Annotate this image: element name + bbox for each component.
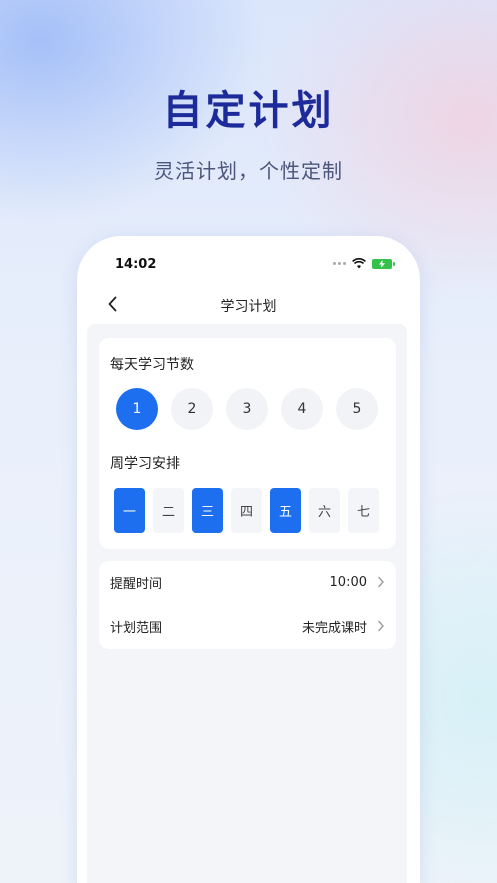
signal-dots-icon [333, 262, 346, 265]
lesson-option-2[interactable]: 2 [171, 388, 213, 430]
status-bar: 14:02 [77, 236, 420, 288]
day-toggle-thu[interactable]: 四 [231, 488, 262, 533]
wifi-icon [352, 258, 366, 269]
lesson-option-4[interactable]: 4 [281, 388, 323, 430]
plan-scope-row[interactable]: 计划范围 未完成课时 [110, 615, 385, 637]
reminder-time-row[interactable]: 提醒时间 10:00 [110, 571, 385, 593]
day-toggle-sat[interactable]: 六 [309, 488, 340, 533]
lesson-option-1[interactable]: 1 [116, 388, 158, 430]
weekly-schedule-days: 一 二 三 四 五 六 七 [114, 488, 379, 533]
settings-card: 提醒时间 10:00 计划范围 未完成课时 [99, 561, 396, 649]
status-icons [333, 258, 395, 269]
reminder-time-label: 提醒时间 [110, 576, 163, 592]
phone-frame: 14:02 学习计划 每天学习节数 1 2 3 4 5 周学习安排 一 二 三 … [77, 236, 420, 883]
day-toggle-wed[interactable]: 三 [192, 488, 223, 533]
lesson-option-5[interactable]: 5 [336, 388, 378, 430]
chevron-right-icon [378, 576, 384, 588]
content-area: 每天学习节数 1 2 3 4 5 周学习安排 一 二 三 四 五 六 七 提醒时… [87, 324, 407, 883]
day-toggle-tue[interactable]: 二 [153, 488, 184, 533]
nav-bar: 学习计划 [77, 288, 420, 324]
weekly-schedule-title: 周学习安排 [110, 456, 180, 472]
status-time: 14:02 [115, 257, 157, 272]
day-toggle-mon[interactable]: 一 [114, 488, 145, 533]
reminder-time-value: 10:00 [329, 574, 367, 590]
lessons-per-day-options: 1 2 3 4 5 [116, 388, 378, 430]
chevron-right-icon [378, 620, 384, 632]
lessons-per-day-title: 每天学习节数 [110, 357, 194, 373]
plan-card: 每天学习节数 1 2 3 4 5 周学习安排 一 二 三 四 五 六 七 [99, 338, 396, 549]
page-title: 学习计划 [220, 299, 277, 315]
promo-headline: 自定计划 [162, 88, 335, 134]
plan-scope-label: 计划范围 [110, 620, 163, 636]
day-toggle-sun[interactable]: 七 [348, 488, 379, 533]
plan-scope-value: 未完成课时 [301, 620, 367, 636]
day-toggle-fri[interactable]: 五 [270, 488, 301, 533]
promo-subline: 灵活计划，个性定制 [154, 159, 343, 183]
lesson-option-3[interactable]: 3 [226, 388, 268, 430]
battery-charging-icon [372, 258, 395, 269]
